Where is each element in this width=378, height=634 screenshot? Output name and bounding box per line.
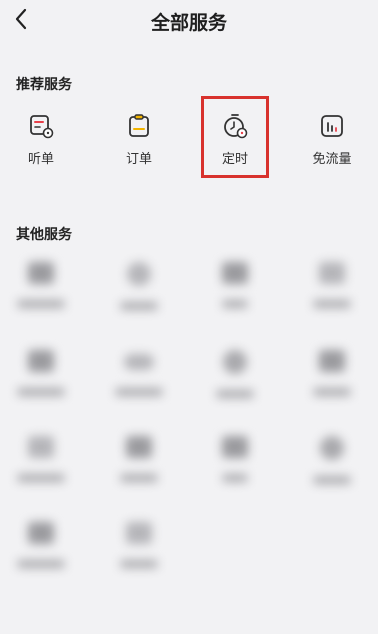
blurred-service-label [120,560,158,568]
header-bar: 全部服务 [0,0,378,44]
other-service-item[interactable] [0,258,88,328]
blurred-service-label [222,300,248,308]
blurred-service-icon [319,350,345,372]
service-listen-orders[interactable]: 听单 [0,106,88,176]
service-label: 免流量 [312,152,352,167]
service-label: 定时 [221,152,248,167]
blurred-service-icon [222,262,248,284]
blurred-service-label [313,300,351,308]
other-service-item[interactable] [188,432,282,502]
other-service-item[interactable] [285,432,378,502]
service-label: 订单 [125,152,152,167]
blurred-service-label [17,388,65,396]
blurred-service-label [115,388,163,396]
blurred-service-label [120,474,158,482]
data-chart-icon [318,112,346,140]
blurred-service-icon [126,522,152,544]
service-free-data[interactable]: 免流量 [285,106,378,176]
blurred-service-icon [126,436,152,458]
blurred-service-label [222,474,248,482]
other-service-item[interactable] [92,518,186,588]
service-timer[interactable]: 定时 [188,106,282,176]
other-service-item[interactable] [0,518,88,588]
blurred-service-icon [222,436,248,458]
blurred-service-label [120,302,158,310]
blurred-service-icon [28,522,54,544]
blurred-service-icon [28,350,54,372]
other-service-item[interactable] [0,432,88,502]
other-service-item[interactable] [0,346,88,416]
service-orders[interactable]: 订单 [92,106,186,176]
other-service-item[interactable] [92,258,186,328]
blurred-service-label [17,300,65,308]
other-service-item[interactable] [92,346,186,416]
clipboard-icon [125,112,153,140]
blurred-service-label [313,476,351,484]
other-service-item[interactable] [285,258,378,328]
blurred-service-icon [28,262,54,284]
blurred-service-icon [127,262,151,286]
order-list-icon [27,112,55,140]
other-service-item[interactable] [188,258,282,328]
blurred-service-icon [320,436,344,460]
section-title-other: 其他服务 [16,227,72,243]
other-service-item[interactable] [285,346,378,416]
page-title: 全部服务 [150,12,227,34]
blurred-service-label [17,474,65,482]
blurred-service-icon [319,262,345,284]
blurred-service-label [216,390,254,398]
section-title-recommended: 推荐服务 [16,77,72,93]
blurred-service-label [313,388,351,396]
blurred-service-icon [28,436,54,458]
service-label: 听单 [27,152,54,167]
other-service-item[interactable] [92,432,186,502]
blurred-service-icon [124,354,154,370]
timer-icon [221,112,249,140]
blurred-service-label [17,560,65,568]
blurred-service-icon [223,350,247,374]
other-service-item[interactable] [188,346,282,416]
